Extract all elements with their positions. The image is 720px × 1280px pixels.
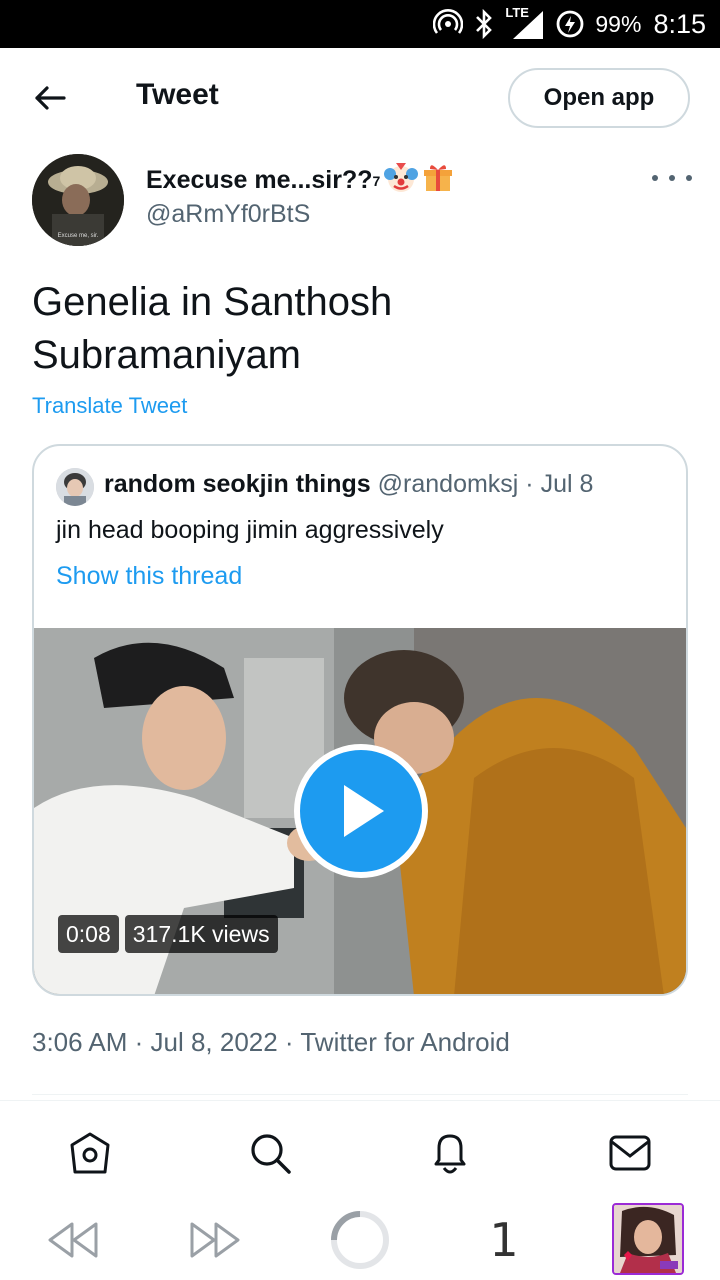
quote-header: random seokjin things @randomksj · Jul 8 bbox=[104, 470, 593, 499]
author-name-text: Execuse me...sir?? bbox=[146, 166, 373, 194]
page-title: Tweet bbox=[136, 78, 219, 111]
back-arrow-icon bbox=[35, 86, 66, 110]
fast-forward-icon bbox=[190, 1222, 240, 1258]
dot-icon bbox=[669, 175, 675, 181]
status-icons: LTE 99% 8:15 bbox=[433, 0, 706, 48]
rewind-icon bbox=[48, 1222, 98, 1258]
quote-handle-date: @randomksj · Jul 8 bbox=[377, 470, 594, 498]
play-button[interactable] bbox=[294, 744, 428, 878]
battery-percent: 99% bbox=[595, 10, 642, 37]
translate-tweet-link[interactable]: Translate Tweet bbox=[32, 393, 187, 419]
clown-emoji-icon bbox=[384, 160, 419, 201]
browser-toolbar: 1 bbox=[0, 1200, 720, 1280]
notifications-icon bbox=[434, 1134, 466, 1174]
video-player[interactable]: 0:08 317.1K views bbox=[34, 628, 686, 994]
nav-search[interactable] bbox=[246, 1129, 294, 1177]
nav-messages[interactable] bbox=[606, 1129, 654, 1177]
open-app-button[interactable]: Open app bbox=[508, 68, 690, 128]
author-display-name[interactable]: Execuse me...sir?? 7 bbox=[146, 160, 454, 201]
nav-notifications[interactable] bbox=[426, 1129, 474, 1177]
author-name-superscript: 7 bbox=[372, 172, 381, 189]
tweet-timestamp: 3:06 AM · Jul 8, 2022 · Twitter for Andr… bbox=[32, 1027, 510, 1057]
quote-text: jin head booping jimin aggressively bbox=[56, 516, 444, 544]
browser-reload-button[interactable] bbox=[328, 1210, 392, 1270]
hotspot-icon bbox=[433, 9, 464, 39]
divider bbox=[32, 1094, 688, 1095]
battery-saver-icon bbox=[555, 9, 585, 39]
dot-icon bbox=[652, 175, 658, 181]
clock: 8:15 bbox=[653, 8, 706, 39]
back-button[interactable] bbox=[26, 78, 74, 118]
bluetooth-icon bbox=[473, 9, 495, 39]
profile-thumbnail[interactable] bbox=[612, 1203, 684, 1275]
messages-icon bbox=[609, 1135, 651, 1171]
show-thread-link[interactable]: Show this thread bbox=[56, 562, 242, 591]
author-avatar[interactable]: Excuse me, sir. bbox=[32, 154, 124, 246]
avatar-caption: Excuse me, sir. bbox=[58, 233, 99, 239]
search-icon bbox=[251, 1134, 291, 1174]
dot-icon bbox=[686, 175, 692, 181]
video-badges: 0:08 317.1K views bbox=[58, 915, 278, 953]
bottom-nav bbox=[0, 1100, 720, 1200]
browser-back-button[interactable] bbox=[42, 1210, 102, 1270]
browser-forward-button[interactable] bbox=[186, 1210, 246, 1270]
quote-avatar bbox=[56, 468, 94, 506]
tweet-header: Tweet Open app bbox=[0, 48, 720, 146]
quote-author-name: random seokjin things bbox=[104, 470, 371, 498]
video-duration: 0:08 bbox=[58, 915, 119, 953]
gift-emoji-icon bbox=[422, 161, 454, 200]
signal-icon: LTE bbox=[505, 5, 545, 41]
loading-icon bbox=[331, 1211, 389, 1269]
tab-count[interactable]: 1 bbox=[480, 1210, 528, 1270]
home-icon bbox=[70, 1132, 110, 1174]
video-views: 317.1K views bbox=[124, 915, 278, 953]
profile-image bbox=[614, 1205, 682, 1273]
status-bar: LTE 99% 8:15 bbox=[0, 0, 720, 48]
tweet-text: Genelia in Santhosh Subramaniyam bbox=[32, 280, 393, 377]
nav-home[interactable] bbox=[66, 1129, 114, 1177]
quoted-tweet[interactable]: random seokjin things @randomksj · Jul 8… bbox=[32, 444, 688, 996]
more-options-button[interactable] bbox=[652, 166, 692, 190]
play-icon bbox=[344, 785, 384, 837]
author-handle[interactable]: @aRmYf0rBtS bbox=[146, 200, 310, 229]
